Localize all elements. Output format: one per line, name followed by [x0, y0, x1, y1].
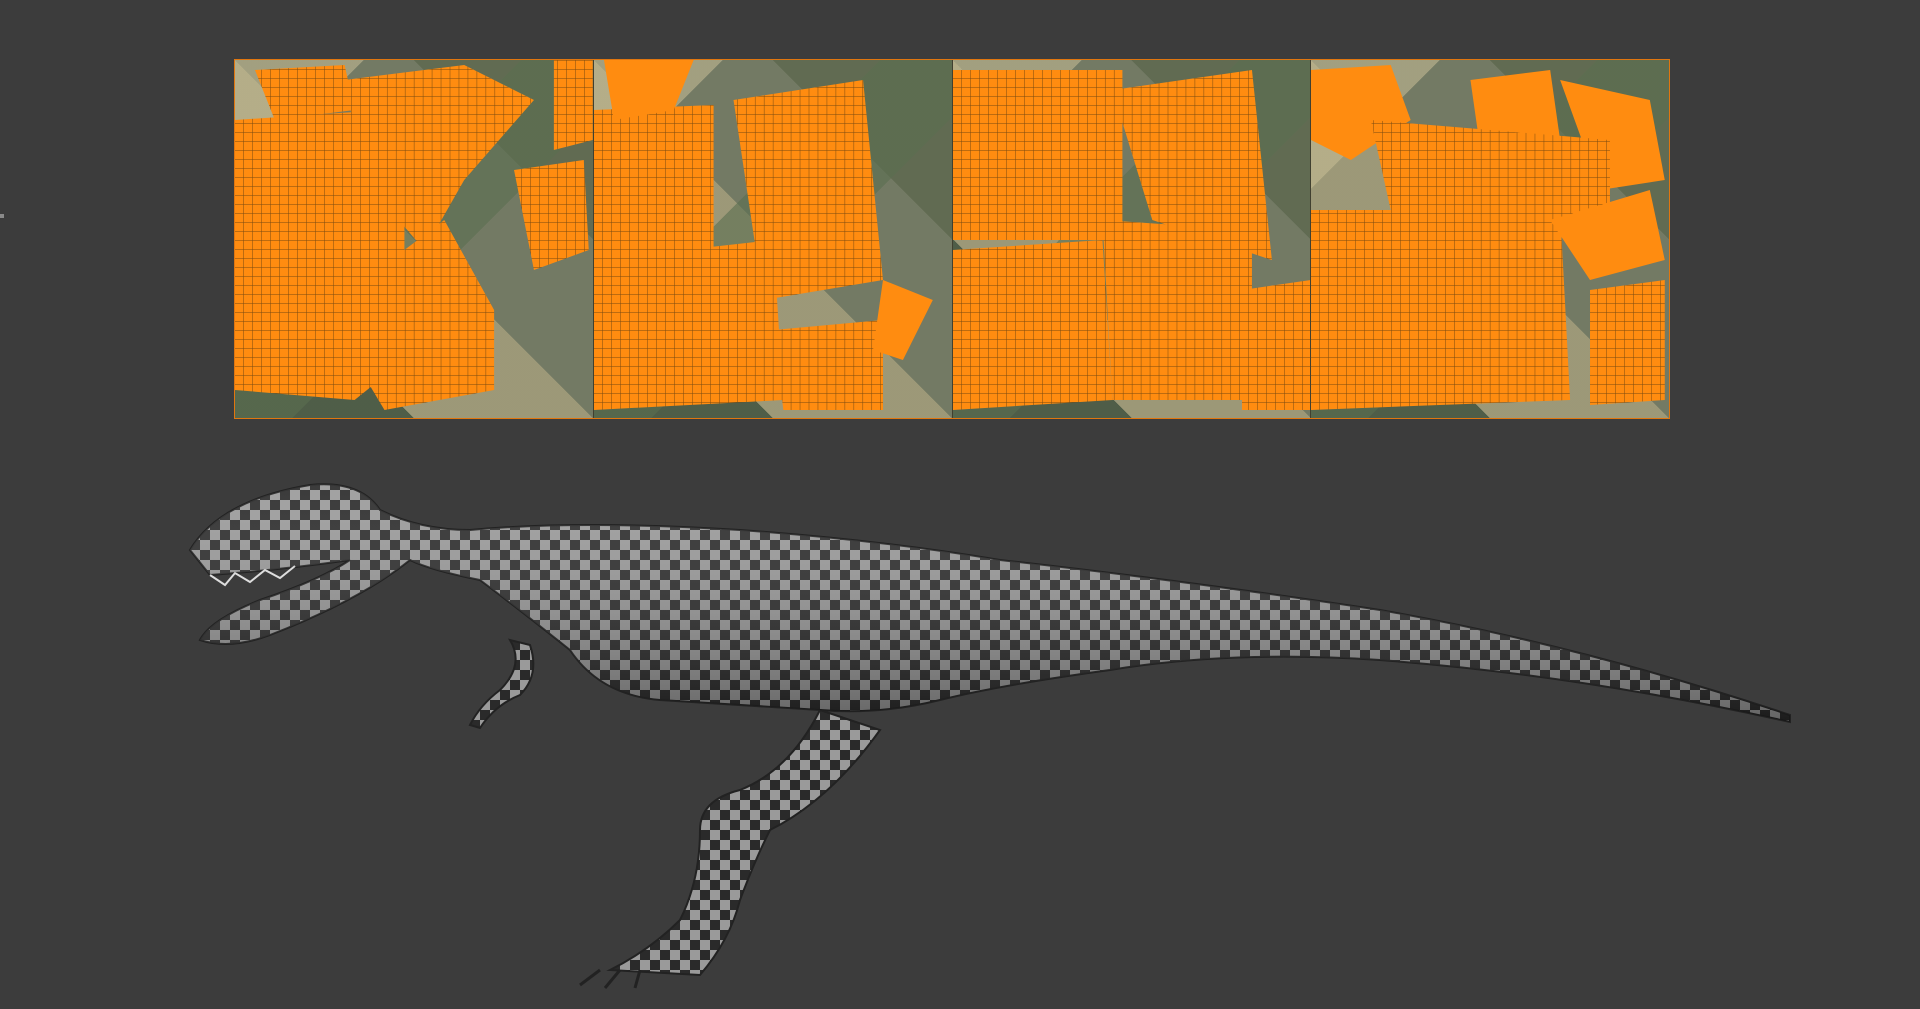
uv-tile-4[interactable] [1311, 60, 1669, 418]
uv-islands-4 [1311, 65, 1666, 410]
uv-tile-3[interactable] [952, 60, 1312, 418]
uv-tile-2[interactable] [593, 60, 953, 418]
uv-islands-3 [952, 70, 1311, 410]
uv-editor-panel[interactable] [234, 59, 1670, 419]
uv-tile-1[interactable] [235, 60, 594, 418]
uv-islands-2 [593, 60, 933, 410]
uv-islands-1 [235, 60, 593, 410]
dinosaur-model-view[interactable] [180, 470, 1820, 990]
dinosaur-mesh-icon [188, 483, 1791, 989]
3d-viewport[interactable] [0, 0, 1920, 1009]
viewport-edge-handle[interactable] [0, 214, 4, 218]
